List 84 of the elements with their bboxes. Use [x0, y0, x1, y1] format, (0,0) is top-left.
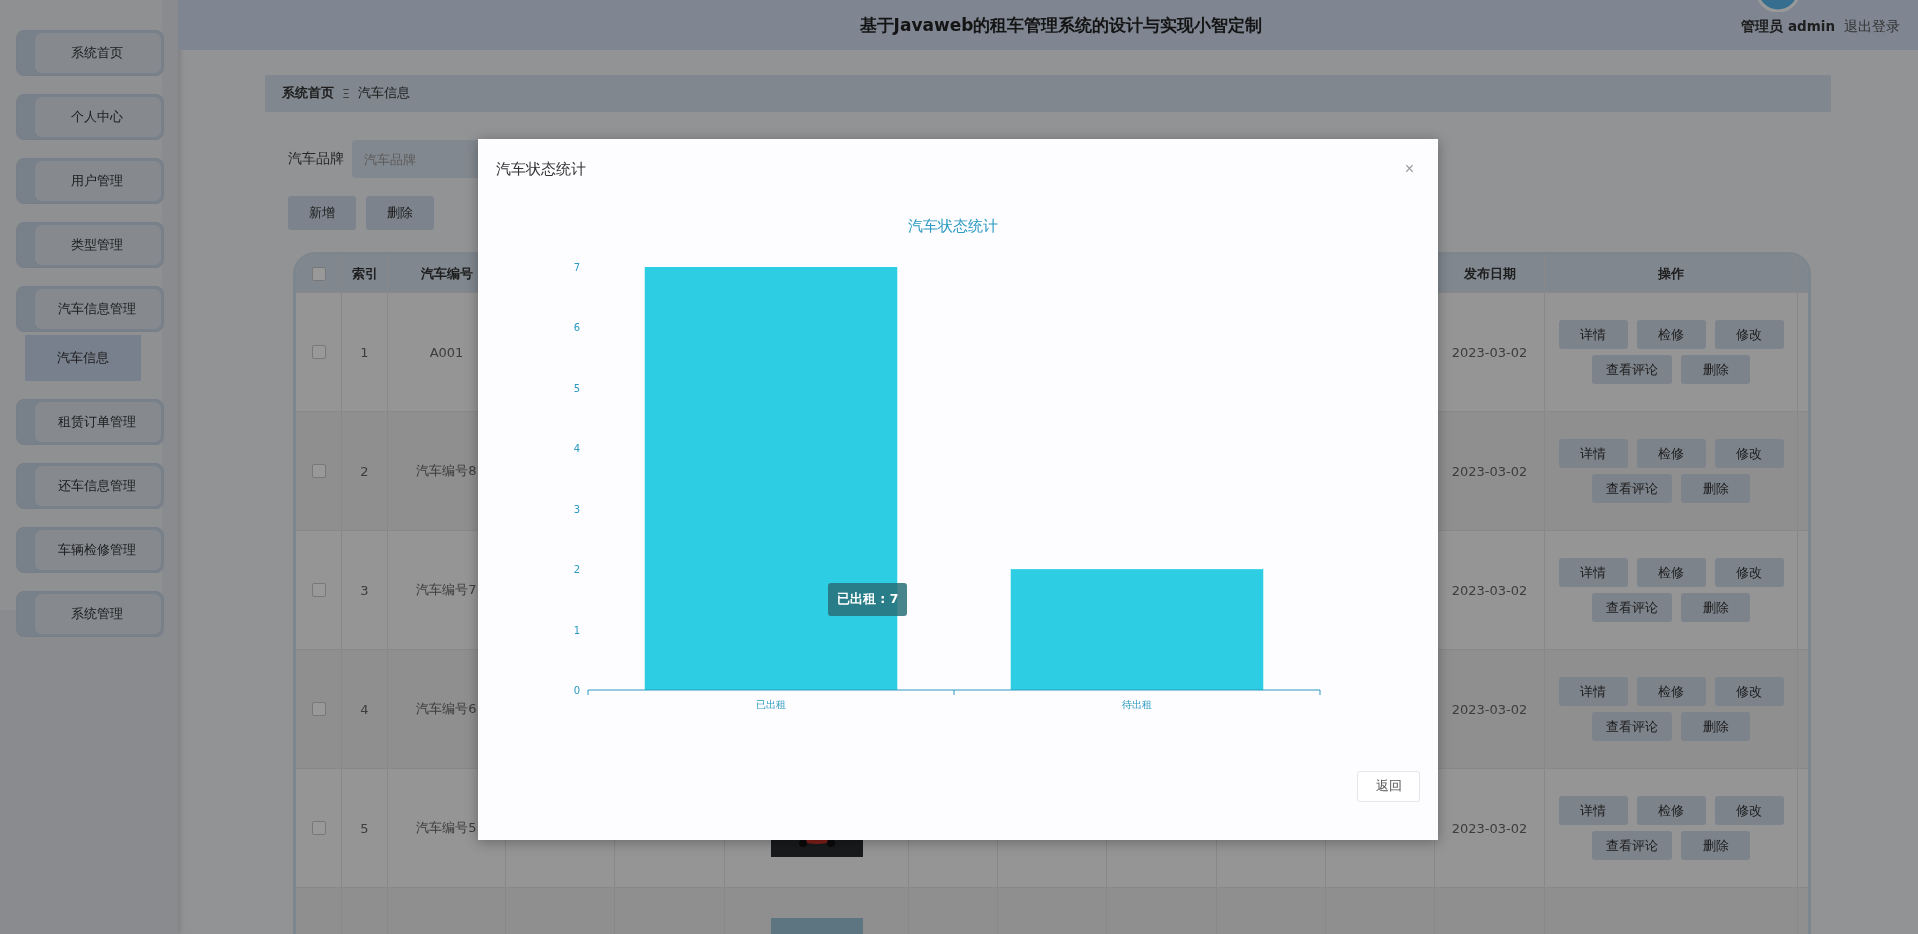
table-cell: 2023-03-02: [1451, 820, 1528, 836]
table-cell: 1: [360, 344, 369, 360]
action-button[interactable]: 修改: [1714, 677, 1784, 706]
axis-label: 已出租: [756, 699, 786, 710]
bar[interactable]: [644, 267, 898, 690]
action-button[interactable]: 修改: [1714, 796, 1784, 825]
sidebar-item[interactable]: 个人中心: [16, 94, 164, 140]
action-button[interactable]: 删除: [1681, 831, 1750, 860]
table-cell: 2023-03-02: [1451, 344, 1528, 360]
sidebar-item[interactable]: 还车信息管理: [16, 463, 164, 509]
table-cell: 3: [360, 582, 369, 598]
checkbox[interactable]: [311, 464, 326, 478]
action-button[interactable]: 检修: [1636, 439, 1706, 468]
action-button[interactable]: 修改: [1714, 320, 1784, 349]
axis-label: 2: [573, 564, 580, 576]
sidebar-item[interactable]: 类型管理: [16, 222, 164, 268]
table-cell: 4: [360, 701, 369, 717]
table-cell: 2023-03-02: [1451, 463, 1528, 479]
action-button[interactable]: 详情: [1558, 558, 1628, 587]
bar[interactable]: [1010, 569, 1264, 690]
action-button[interactable]: 查看评论: [1592, 474, 1672, 503]
axis-label: 5: [573, 382, 580, 394]
table-cell: 汽车编号8: [416, 462, 477, 480]
table-cell: A001: [429, 344, 464, 360]
action-button[interactable]: 查看评论: [1592, 831, 1672, 860]
toolbar-button[interactable]: 删除: [366, 196, 434, 230]
axis-label: 6: [573, 322, 580, 334]
breadcrumb-separator: Ξ: [342, 86, 350, 101]
logout-link[interactable]: 退出登录: [1844, 18, 1900, 36]
action-button[interactable]: 检修: [1636, 677, 1706, 706]
action-button[interactable]: 详情: [1558, 677, 1628, 706]
checkbox[interactable]: [311, 583, 326, 597]
sidebar-item[interactable]: 车辆检修管理: [16, 527, 164, 573]
axis-label: 待出租: [1122, 699, 1152, 710]
action-button[interactable]: 查看评论: [1592, 593, 1672, 622]
sidebar-item[interactable]: 汽车信息管理: [16, 286, 164, 332]
sidebar-item[interactable]: 租赁订单管理: [16, 399, 164, 445]
checkbox[interactable]: [311, 266, 326, 281]
checkbox[interactable]: [311, 821, 326, 835]
toolbar-button[interactable]: 新增: [288, 196, 356, 230]
dialog-title: 汽车状态统计: [496, 159, 586, 179]
field-label: 汽车品牌: [288, 150, 344, 168]
action-button[interactable]: 详情: [1558, 796, 1628, 825]
sidebar-item[interactable]: 系统管理: [16, 591, 164, 637]
action-button[interactable]: 查看评论: [1592, 355, 1672, 384]
app-title: 基于Javaweb的租车管理系统的设计与实现小智定制: [859, 13, 1263, 37]
action-button[interactable]: 检修: [1636, 796, 1706, 825]
action-button[interactable]: 修改: [1714, 558, 1784, 587]
user-name: 管理员 admin: [1741, 18, 1835, 36]
action-button[interactable]: 修改: [1714, 439, 1784, 468]
action-button[interactable]: 详情: [1558, 320, 1628, 349]
table-cell: 汽车编号6: [416, 700, 477, 718]
table-cell: 5: [360, 820, 369, 836]
column-header: 操作: [1545, 255, 1798, 292]
sidebar-item[interactable]: 用户管理: [16, 158, 164, 204]
axis-label: 3: [573, 503, 580, 515]
action-button[interactable]: 检修: [1636, 558, 1706, 587]
table-cell: 2023-03-02: [1451, 701, 1528, 717]
action-button[interactable]: 删除: [1681, 474, 1750, 503]
table-cell: 2023-03-02: [1451, 582, 1528, 598]
sidebar-subitem[interactable]: 汽车信息: [25, 335, 141, 381]
table-cell: 汽车编号5: [416, 819, 477, 837]
action-button[interactable]: 详情: [1558, 439, 1628, 468]
close-button[interactable]: ×: [1400, 160, 1418, 178]
action-button[interactable]: 查看评论: [1592, 712, 1672, 741]
action-button[interactable]: 删除: [1681, 355, 1750, 384]
axis-label: 0: [573, 685, 580, 696]
table-cell: 2: [360, 463, 369, 479]
action-button[interactable]: 删除: [1681, 593, 1750, 622]
column-header: 索引: [342, 255, 388, 292]
chart-tooltip: 已出租 : 7: [828, 583, 908, 616]
checkbox[interactable]: [311, 345, 326, 359]
back-button[interactable]: 返回: [1357, 771, 1420, 802]
table-cell: 汽车编号7: [416, 581, 477, 599]
axis-label: 7: [573, 262, 580, 273]
axis-label: 4: [573, 443, 580, 455]
action-button[interactable]: 删除: [1681, 712, 1750, 741]
chart-title: 汽车状态统计: [908, 217, 998, 235]
action-button[interactable]: 检修: [1636, 320, 1706, 349]
sidebar-item[interactable]: 系统首页: [16, 30, 164, 76]
breadcrumb-link[interactable]: 系统首页: [282, 85, 334, 102]
checkbox[interactable]: [311, 702, 326, 716]
breadcrumb-current: 汽车信息: [357, 85, 410, 102]
axis-label: 1: [573, 624, 580, 636]
